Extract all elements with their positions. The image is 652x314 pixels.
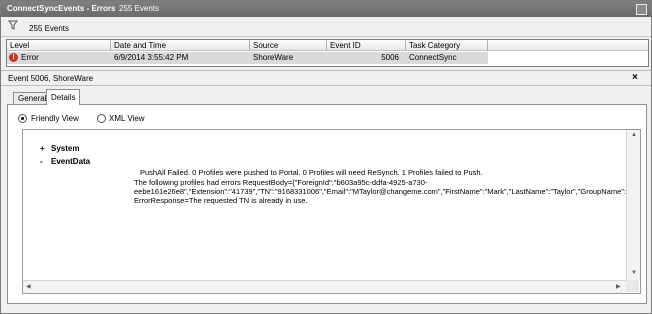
cell-source: ShoreWare <box>253 53 294 62</box>
scroll-up-icon[interactable]: ▲ <box>631 132 637 138</box>
cell-event-id: 5006 <box>381 53 399 62</box>
xml-view-label[interactable]: XML View <box>109 114 145 123</box>
table-row[interactable]: ! Error 6/9/2014 3:55:42 PM ShoreWare 50… <box>7 52 488 64</box>
event-detail-header: Event 5006, ShoreWare × <box>1 70 651 86</box>
filter-icon[interactable] <box>8 20 18 33</box>
column-header-task-category[interactable]: Task Category <box>406 40 488 51</box>
friendly-view-radio[interactable] <box>18 114 27 123</box>
events-grid: Level Date and Time Source Event ID Task… <box>6 39 649 67</box>
scroll-right-icon[interactable]: ▶ <box>616 283 621 290</box>
error-icon: ! <box>9 53 18 62</box>
column-header-date-time[interactable]: Date and Time <box>111 40 250 51</box>
event-message-line: eebe161e26e8","Extension":"41739","TN":"… <box>134 187 626 196</box>
vertical-scrollbar[interactable]: ▲ ▼ <box>626 130 640 280</box>
details-tab-panel: Friendly View XML View + System - EventD… <box>7 104 647 304</box>
restore-icon[interactable] <box>636 4 647 15</box>
window-title: ConnectSyncEvents - Errors <box>7 4 116 13</box>
system-node-label[interactable]: System <box>51 144 79 153</box>
column-header-level[interactable]: Level <box>7 40 111 51</box>
event-data-view: + System - EventData PushAll Failed. 0 P… <box>22 129 641 294</box>
horizontal-scrollbar[interactable]: ◀ ▶ <box>23 280 626 293</box>
event-message-line: The following profiles had errors Reques… <box>134 178 428 187</box>
cell-task-category: ConnectSync <box>409 53 457 62</box>
close-icon[interactable]: × <box>632 72 638 83</box>
event-message-line: ErrorResponse=The requested TN is alread… <box>134 196 308 205</box>
tab-details[interactable]: Details <box>46 89 81 105</box>
friendly-view-label[interactable]: Friendly View <box>31 114 79 123</box>
cell-level: Error <box>21 53 39 62</box>
filter-bar: 255 Events <box>1 18 651 37</box>
xml-view-radio[interactable] <box>97 114 106 123</box>
eventdata-collapse-toggle[interactable]: - <box>40 157 43 166</box>
system-expand-toggle[interactable]: + <box>40 144 45 153</box>
scroll-left-icon[interactable]: ◀ <box>26 283 31 290</box>
title-bar: ConnectSyncEvents - Errors 255 Events <box>1 1 651 17</box>
filter-event-count: 255 Events <box>29 24 70 33</box>
event-message-line: PushAll Failed. 0 Profiles were pushed t… <box>140 168 483 177</box>
column-header-filler <box>488 40 648 51</box>
event-message-body: The following profiles had errors Reques… <box>134 178 626 214</box>
scroll-down-icon[interactable]: ▼ <box>631 270 637 276</box>
cell-date-time: 6/9/2014 3:55:42 PM <box>114 53 189 62</box>
eventdata-node-label[interactable]: EventData <box>51 157 90 166</box>
scrollbar-corner <box>626 280 639 292</box>
column-header-source[interactable]: Source <box>250 40 327 51</box>
event-detail-title: Event 5006, ShoreWare <box>8 74 94 83</box>
column-header-event-id[interactable]: Event ID <box>327 40 406 51</box>
title-event-count: 255 Events <box>119 4 160 13</box>
